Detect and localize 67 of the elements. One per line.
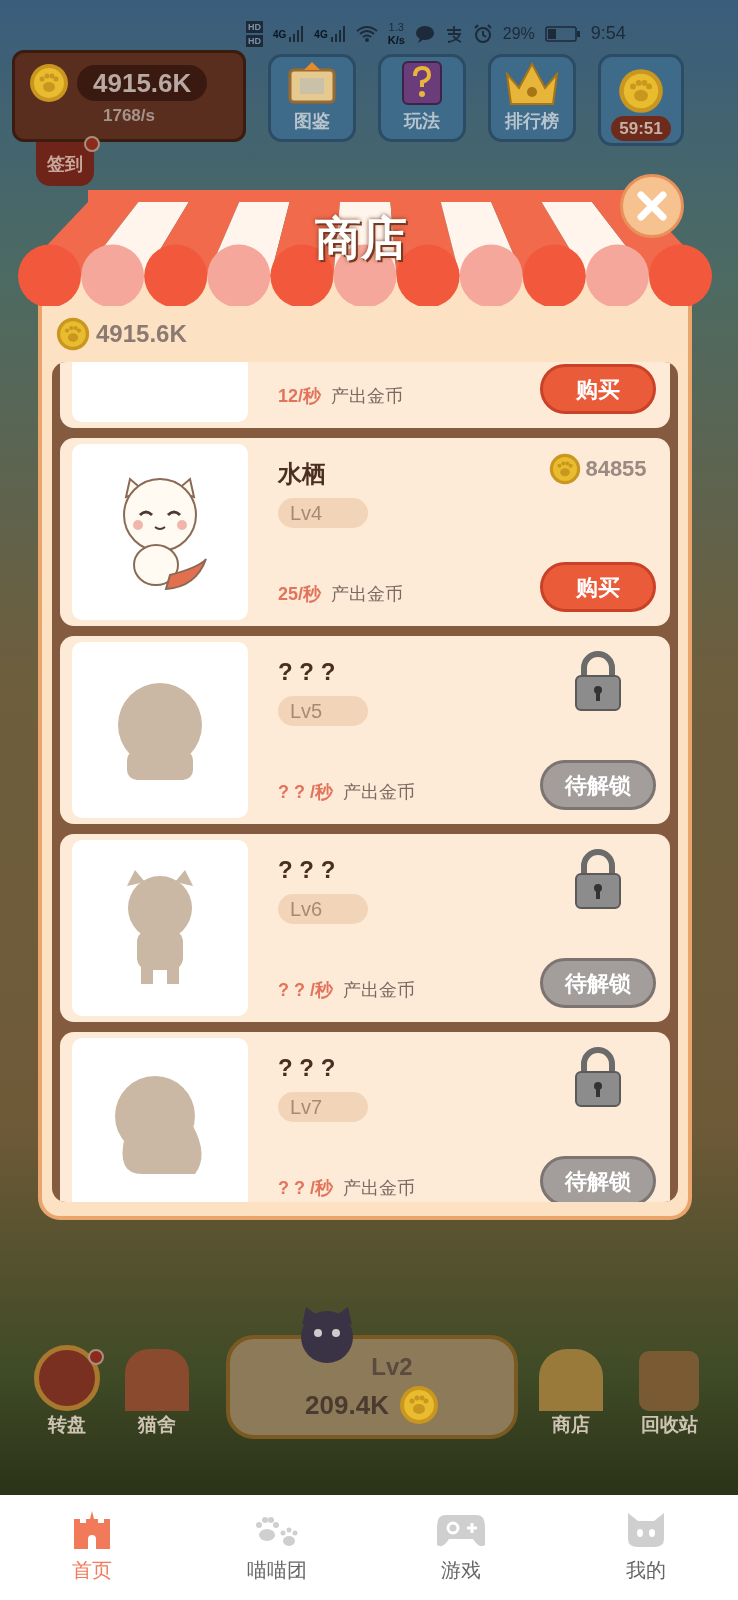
nav-tab[interactable]: 首页 — [0, 1510, 185, 1585]
nav-tab[interactable]: 我的 — [553, 1510, 738, 1585]
game-menu-button[interactable]: 转盘 — [26, 1339, 108, 1439]
shop-balance: 4915.6K — [96, 319, 187, 349]
menu-button[interactable]: 玩法 — [378, 54, 466, 142]
item-rate: 12/秒 — [278, 385, 322, 408]
item-rate: ? ? /秒 — [278, 979, 333, 1002]
net-speed-value: 1.3 — [388, 20, 404, 34]
coin-icon — [549, 452, 582, 485]
item-price: 84855 — [585, 455, 647, 483]
menu-button[interactable]: 排行榜 — [488, 54, 576, 142]
lock-icon — [574, 848, 622, 910]
clock-time: 9:54 — [590, 22, 626, 45]
locked-button[interactable]: 待解锁 — [540, 1156, 656, 1202]
rate-label: 产出金币 — [331, 583, 404, 606]
lock-icon — [574, 1046, 622, 1108]
net-speed-unit: K/s — [387, 33, 405, 47]
hd-label: HD — [246, 20, 263, 33]
locked-button[interactable]: 待解锁 — [540, 958, 656, 1008]
signal-icon — [329, 25, 346, 42]
timer-button[interactable]: 59:51 — [598, 54, 684, 146]
alarm-icon — [472, 23, 493, 44]
buy-button[interactable]: 购买 — [540, 364, 656, 414]
item-name: ? ? ? — [278, 1053, 336, 1083]
sign-in-button[interactable]: 签到 — [36, 142, 94, 186]
rate-label: 产出金币 — [343, 979, 415, 1002]
level-tag: Lv5 — [278, 696, 368, 726]
close-button[interactable] — [620, 174, 684, 238]
level-tag: Lv6 — [278, 894, 368, 924]
item-rate: 25/秒 — [278, 583, 322, 606]
item-rate: ? ? /秒 — [278, 1177, 333, 1200]
coin-icon — [618, 67, 664, 114]
coin-total: 4915.6K — [77, 65, 208, 102]
level-tag: Lv7 — [278, 1092, 368, 1122]
item-name: ? ? ? — [278, 657, 336, 687]
menu-button[interactable]: 图鉴 — [268, 54, 356, 142]
item-name: 水栖 — [278, 459, 326, 489]
coin-rate: 1768/s — [103, 105, 155, 128]
item-name: ? ? ? — [278, 855, 336, 885]
rate-label: 产出金币 — [331, 385, 404, 408]
signal-icon — [288, 25, 305, 42]
app-notification-icon — [444, 24, 463, 43]
game-menu-button[interactable]: 猫舍 — [116, 1339, 198, 1439]
upgrade-cost: 209.4K — [305, 1388, 389, 1422]
lock-icon — [574, 650, 622, 712]
coin-icon — [56, 317, 90, 351]
rate-label: 产出金币 — [343, 781, 415, 804]
hd-label: HD — [246, 34, 263, 47]
coin-icon — [29, 63, 69, 104]
game-menu-button[interactable]: 商店 — [528, 1339, 614, 1439]
coin-icon — [398, 1385, 439, 1425]
game-menu-button[interactable]: 回收站 — [626, 1339, 712, 1439]
wifi-icon — [355, 24, 378, 43]
crown-icon — [503, 60, 561, 108]
chat-icon — [414, 24, 435, 43]
nav-tab[interactable]: 喵喵团 — [184, 1510, 369, 1585]
network-label: 4G — [273, 27, 287, 42]
rate-label: 产出金币 — [343, 1177, 415, 1200]
nav-tab[interactable]: 游戏 — [369, 1510, 554, 1585]
locked-button[interactable]: 待解锁 — [540, 760, 656, 810]
battery-icon — [544, 25, 581, 42]
buy-button[interactable]: 购买 — [540, 562, 656, 612]
battery-percent: 29% — [502, 23, 535, 44]
network-label: 4G — [314, 27, 328, 42]
level-tag: Lv4 — [278, 498, 368, 528]
item-rate: ? ? /秒 — [278, 781, 333, 804]
close-icon — [637, 191, 667, 221]
